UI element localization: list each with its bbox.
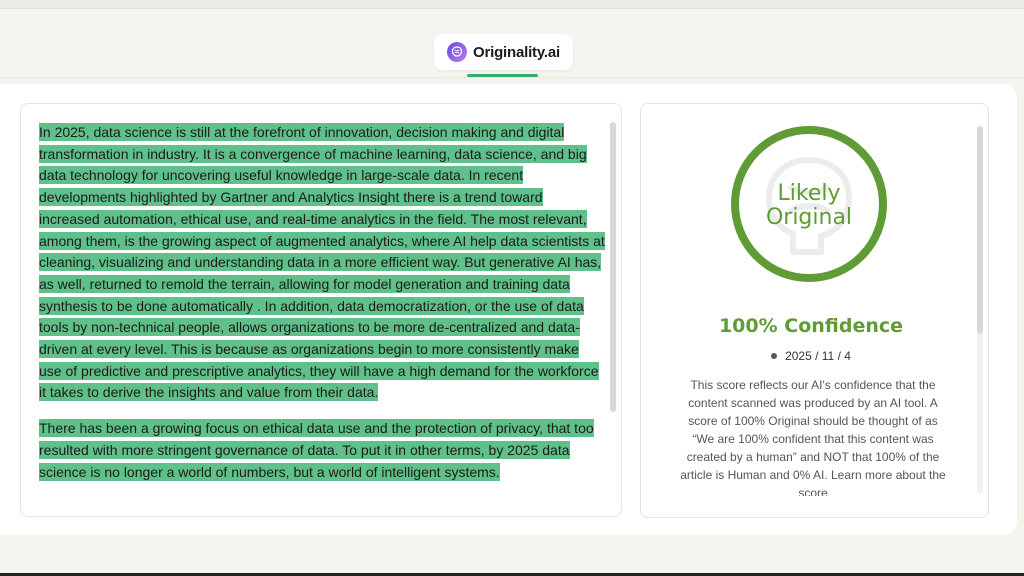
scanned-text-content: In 2025, data science is still at the fo… xyxy=(39,122,605,502)
result-scrollbar-thumb[interactable] xyxy=(977,126,983,334)
scan-date-text: 2025 / 11 / 4 xyxy=(785,349,851,363)
highlighted-text: There has been a growing focus on ethica… xyxy=(39,419,594,481)
scan-date: 2025 / 11 / 4 xyxy=(641,349,981,363)
header-divider xyxy=(0,77,1024,78)
result-panel: Likely Original 100% Confidence 2025 / 1… xyxy=(640,103,989,518)
brand-tab[interactable]: Originality.ai xyxy=(434,34,573,70)
verdict-line-2: Original xyxy=(765,205,853,230)
text-paragraph: There has been a growing focus on ethica… xyxy=(39,418,605,483)
top-window-strip xyxy=(0,0,1024,9)
text-scrollbar[interactable] xyxy=(610,122,616,412)
result-scrollbar[interactable] xyxy=(977,126,983,494)
confidence-label: 100% Confidence xyxy=(718,315,904,337)
verdict-label: Likely Original xyxy=(729,182,889,230)
score-explanation: This score reflects our AI's confidence … xyxy=(680,378,946,496)
brain-logo-icon xyxy=(447,42,468,62)
verdict-line-1: Likely xyxy=(777,181,841,206)
text-paragraph: In 2025, data science is still at the fo… xyxy=(39,122,605,404)
brand-name: Originality.ai xyxy=(473,43,560,61)
date-dot-icon xyxy=(771,353,778,359)
originality-gauge: Likely Original xyxy=(729,124,889,284)
highlighted-text: In 2025, data science is still at the fo… xyxy=(39,123,605,402)
text-scrollbar-thumb[interactable] xyxy=(610,122,616,412)
scanned-text-panel: In 2025, data science is still at the fo… xyxy=(20,103,622,517)
